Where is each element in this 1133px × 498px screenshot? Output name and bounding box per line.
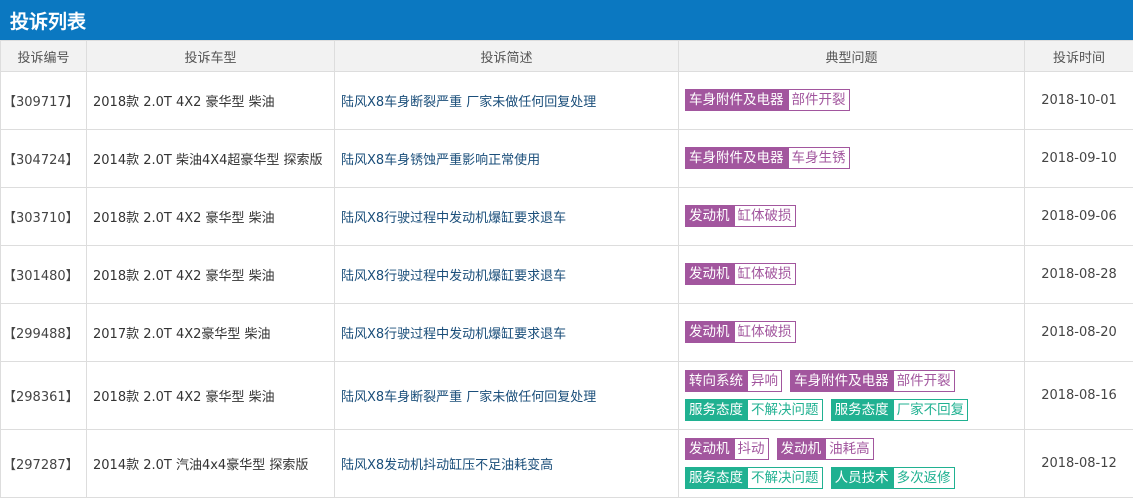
complaint-date: 2018-09-06 [1025, 188, 1133, 246]
car-model: 2017款 2.0T 4X2豪华型 柴油 [87, 304, 335, 362]
header-issues: 典型问题 [679, 41, 1025, 72]
complaint-summary-link[interactable]: 陆风X8行驶过程中发动机爆缸要求退车 [335, 246, 679, 304]
car-model: 2018款 2.0T 4X2 豪华型 柴油 [87, 362, 335, 430]
complaint-summary-link[interactable]: 陆风X8行驶过程中发动机爆缸要求退车 [335, 188, 679, 246]
table-row[interactable]: 【299488】 2017款 2.0T 4X2豪华型 柴油 陆风X8行驶过程中发… [1, 304, 1133, 362]
issue-category: 发动机 [777, 438, 826, 460]
issue-detail: 缸体破损 [734, 321, 796, 343]
issue-category: 服务态度 [685, 467, 747, 489]
complaint-summary-link[interactable]: 陆风X8车身锈蚀严重影响正常使用 [335, 130, 679, 188]
complaint-id: 【309717】 [1, 72, 87, 130]
issue-category: 转向系统 [685, 370, 747, 392]
car-model: 2018款 2.0T 4X2 豪华型 柴油 [87, 246, 335, 304]
issue-detail: 部件开裂 [788, 89, 850, 111]
issue-detail: 不解决问题 [747, 399, 823, 421]
issue-detail: 多次返修 [893, 467, 955, 489]
issue-detail: 车身生锈 [788, 147, 850, 169]
issue-detail: 部件开裂 [893, 370, 955, 392]
table-row[interactable]: 【309717】 2018款 2.0T 4X2 豪华型 柴油 陆风X8车身断裂严… [1, 72, 1133, 130]
page-title: 投诉列表 [0, 0, 1133, 40]
issue-tag[interactable]: 车身附件及电器部件开裂 [685, 93, 850, 108]
issue-category: 服务态度 [685, 399, 747, 421]
issue-tag[interactable]: 发动机缸体破损 [685, 209, 796, 224]
car-model: 2014款 2.0T 柴油4X4超豪华型 探索版 [87, 130, 335, 188]
typical-issues: 车身附件及电器部件开裂 [679, 72, 1025, 130]
table-row[interactable]: 【298361】 2018款 2.0T 4X2 豪华型 柴油 陆风X8车身断裂严… [1, 362, 1133, 430]
car-model: 2018款 2.0T 4X2 豪华型 柴油 [87, 188, 335, 246]
issue-detail: 缸体破损 [734, 205, 796, 227]
table-row[interactable]: 【301480】 2018款 2.0T 4X2 豪华型 柴油 陆风X8行驶过程中… [1, 246, 1133, 304]
issue-tag[interactable]: 转向系统异响 [685, 374, 782, 389]
complaint-date: 2018-08-16 [1025, 362, 1133, 430]
complaint-date: 2018-08-12 [1025, 430, 1133, 498]
issue-tag[interactable]: 服务态度厂家不回复 [831, 403, 969, 418]
typical-issues: 发动机缸体破损 [679, 304, 1025, 362]
issue-category: 发动机 [685, 263, 734, 285]
issue-detail: 异响 [747, 370, 782, 392]
issue-detail: 缸体破损 [734, 263, 796, 285]
issue-detail: 油耗高 [825, 438, 874, 460]
header-desc: 投诉简述 [335, 41, 679, 72]
complaint-date: 2018-08-28 [1025, 246, 1133, 304]
issue-detail: 不解决问题 [747, 467, 823, 489]
complaint-table: 投诉编号 投诉车型 投诉简述 典型问题 投诉时间 【309717】 2018款 … [0, 40, 1133, 498]
typical-issues: 发动机抖动 发动机油耗高 服务态度不解决问题 人员技术多次返修 [679, 430, 1025, 498]
header-model: 投诉车型 [87, 41, 335, 72]
complaint-summary-link[interactable]: 陆风X8车身断裂严重 厂家未做任何回复处理 [335, 72, 679, 130]
complaint-date: 2018-09-10 [1025, 130, 1133, 188]
issue-detail: 抖动 [734, 438, 769, 460]
typical-issues: 发动机缸体破损 [679, 246, 1025, 304]
issue-tag[interactable]: 服务态度不解决问题 [685, 471, 823, 486]
complaint-date: 2018-08-20 [1025, 304, 1133, 362]
complaint-id: 【301480】 [1, 246, 87, 304]
issue-category: 发动机 [685, 321, 734, 343]
typical-issues: 发动机缸体破损 [679, 188, 1025, 246]
typical-issues: 转向系统异响 车身附件及电器部件开裂 服务态度不解决问题 服务态度厂家不回复 [679, 362, 1025, 430]
complaint-id: 【298361】 [1, 362, 87, 430]
issue-category: 发动机 [685, 205, 734, 227]
complaint-summary-link[interactable]: 陆风X8行驶过程中发动机爆缸要求退车 [335, 304, 679, 362]
issue-tag[interactable]: 人员技术多次返修 [831, 471, 955, 486]
issue-tag[interactable]: 车身附件及电器车身生锈 [685, 151, 850, 166]
issue-category: 人员技术 [831, 467, 893, 489]
issue-tag[interactable]: 发动机油耗高 [777, 442, 874, 457]
complaint-id: 【304724】 [1, 130, 87, 188]
issue-category: 车身附件及电器 [790, 370, 893, 392]
typical-issues: 车身附件及电器车身生锈 [679, 130, 1025, 188]
issue-category: 发动机 [685, 438, 734, 460]
car-model: 2018款 2.0T 4X2 豪华型 柴油 [87, 72, 335, 130]
issue-tag[interactable]: 发动机缸体破损 [685, 325, 796, 340]
issue-category: 车身附件及电器 [685, 147, 788, 169]
issue-detail: 厂家不回复 [893, 399, 969, 421]
complaint-id: 【299488】 [1, 304, 87, 362]
table-row[interactable]: 【304724】 2014款 2.0T 柴油4X4超豪华型 探索版 陆风X8车身… [1, 130, 1133, 188]
complaint-id: 【303710】 [1, 188, 87, 246]
complaint-date: 2018-10-01 [1025, 72, 1133, 130]
header-id: 投诉编号 [1, 41, 87, 72]
car-model: 2014款 2.0T 汽油4x4豪华型 探索版 [87, 430, 335, 498]
complaint-summary-link[interactable]: 陆风X8车身断裂严重 厂家未做任何回复处理 [335, 362, 679, 430]
issue-tag[interactable]: 车身附件及电器部件开裂 [790, 374, 955, 389]
issue-tag[interactable]: 发动机缸体破损 [685, 267, 796, 282]
issue-tag[interactable]: 服务态度不解决问题 [685, 403, 823, 418]
issue-category: 车身附件及电器 [685, 89, 788, 111]
issue-category: 服务态度 [831, 399, 893, 421]
header-date: 投诉时间 [1025, 41, 1133, 72]
issue-tag[interactable]: 发动机抖动 [685, 442, 769, 457]
complaint-id: 【297287】 [1, 430, 87, 498]
table-row[interactable]: 【303710】 2018款 2.0T 4X2 豪华型 柴油 陆风X8行驶过程中… [1, 188, 1133, 246]
table-row[interactable]: 【297287】 2014款 2.0T 汽油4x4豪华型 探索版 陆风X8发动机… [1, 430, 1133, 498]
complaint-summary-link[interactable]: 陆风X8发动机抖动缸压不足油耗变高 [335, 430, 679, 498]
